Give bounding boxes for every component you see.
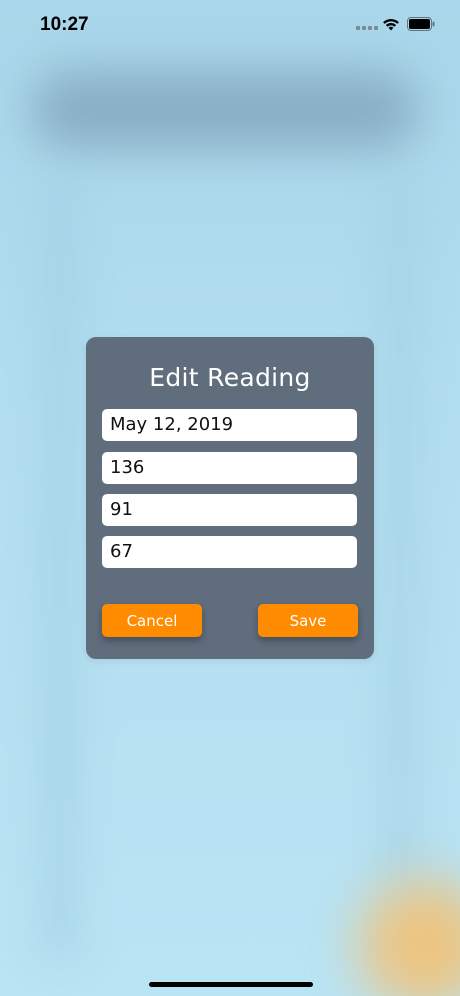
status-time: 10:27 [40, 14, 89, 35]
blurred-background-column-right [380, 180, 420, 880]
blurred-background-column-left [40, 180, 80, 960]
home-indicator[interactable] [149, 982, 313, 987]
date-field[interactable] [102, 409, 357, 441]
pulse-field[interactable] [102, 536, 357, 568]
blurred-floating-button-background [360, 880, 460, 996]
battery-icon [407, 17, 435, 31]
edit-reading-dialog: Edit Reading Cancel Save [86, 337, 374, 659]
cancel-button[interactable]: Cancel [102, 604, 202, 637]
save-button[interactable]: Save [258, 604, 358, 637]
wifi-icon [383, 18, 399, 31]
cellular-signal-icon [356, 26, 378, 32]
app-screen: 10:27 Edit Reading Cancel Save [0, 0, 460, 996]
diastolic-field[interactable] [102, 494, 357, 526]
status-bar: 10:27 [0, 0, 460, 50]
systolic-field[interactable] [102, 452, 357, 484]
dialog-title: Edit Reading [149, 363, 311, 392]
blurred-header-background [30, 70, 420, 150]
